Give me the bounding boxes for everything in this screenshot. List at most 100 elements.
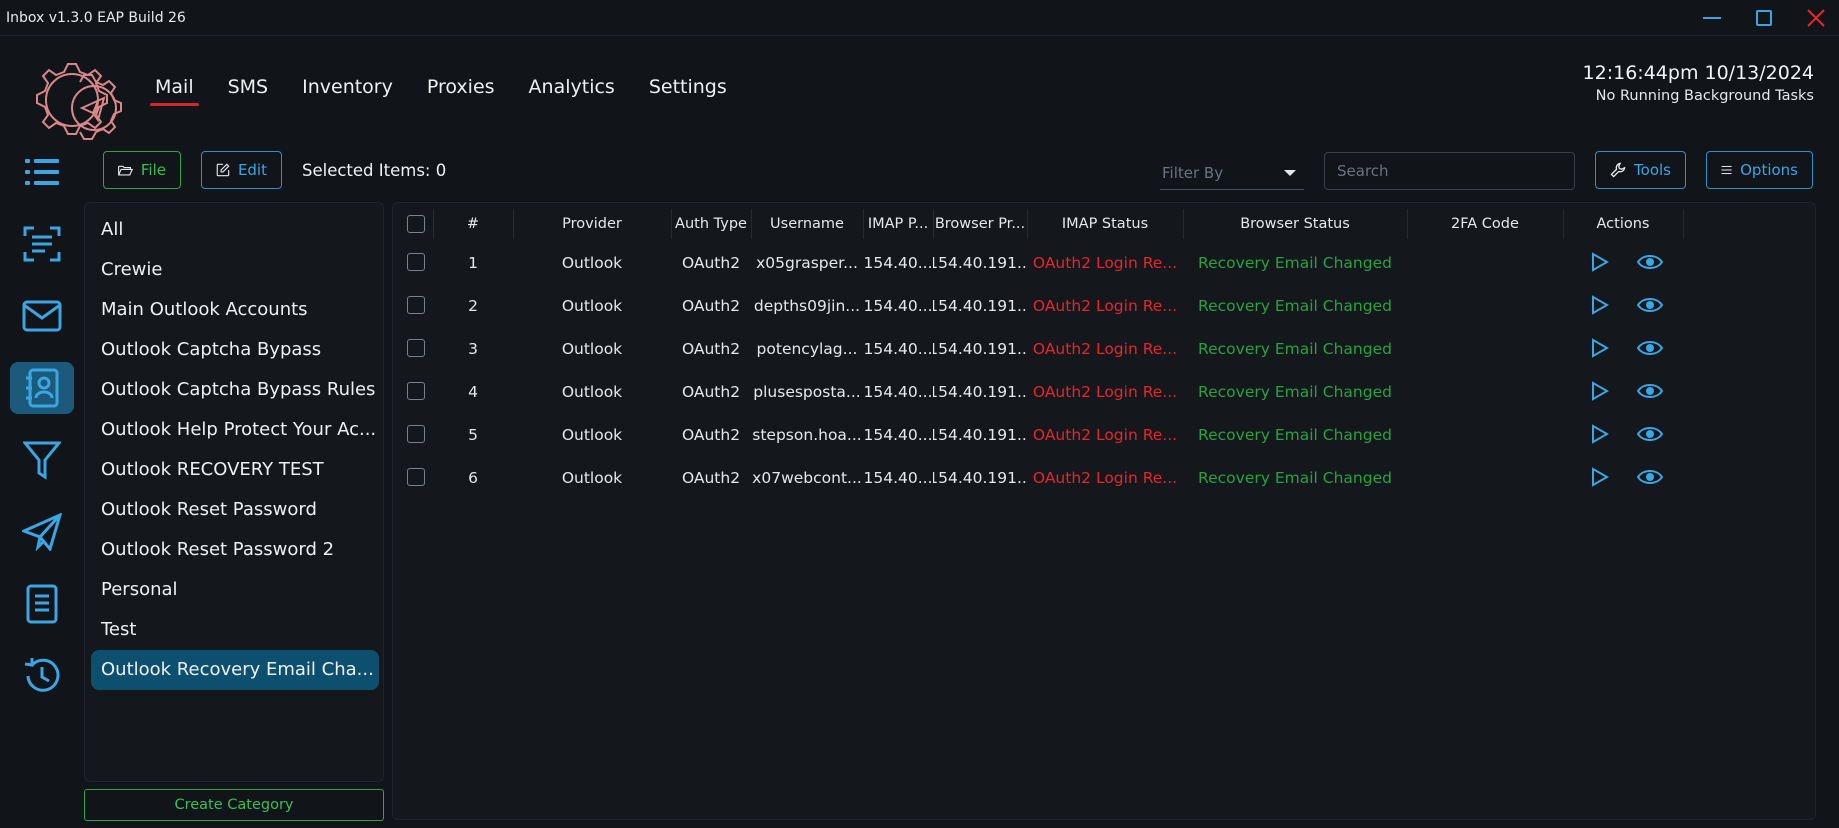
category-item[interactable]: Outlook Reset Password	[91, 490, 379, 530]
table-row[interactable]: 1 Outlook OAuth2 x05grasper... 154.40...…	[393, 241, 1683, 284]
table-row[interactable]: 3 Outlook OAuth2 potencylag... 154.40...…	[393, 327, 1683, 370]
category-item[interactable]: Outlook Reset Password 2	[91, 530, 379, 570]
rail-contacts[interactable]	[10, 362, 74, 414]
category-item[interactable]: Test	[91, 610, 379, 650]
row-checkbox[interactable]	[407, 296, 425, 314]
category-item[interactable]: Crewie	[91, 250, 379, 290]
cell-number: 1	[468, 253, 478, 272]
row-checkbox[interactable]	[407, 425, 425, 443]
folder-open-icon	[118, 165, 133, 176]
rail-send[interactable]	[10, 506, 74, 558]
column-header-imap-status[interactable]: IMAP Status	[1027, 203, 1183, 245]
cell-browser-proxy: 154.40.191...	[933, 468, 1027, 487]
nav-settings[interactable]: Settings	[644, 72, 732, 104]
nav-inventory[interactable]: Inventory	[297, 72, 398, 104]
view-button[interactable]	[1637, 292, 1663, 318]
view-button[interactable]	[1637, 464, 1663, 490]
play-icon	[1592, 295, 1609, 315]
cell-2fa-code	[1407, 370, 1563, 413]
book-icon	[26, 584, 58, 624]
rail-list[interactable]	[10, 146, 74, 198]
category-item[interactable]: Personal	[91, 570, 379, 610]
file-button[interactable]: File	[103, 151, 181, 189]
rail-history[interactable]	[10, 650, 74, 702]
table-row[interactable]: 4 Outlook OAuth2 plusesposta... 154.40..…	[393, 370, 1683, 413]
table-row[interactable]: 2 Outlook OAuth2 depths09jin... 154.40..…	[393, 284, 1683, 327]
row-checkbox[interactable]	[407, 253, 425, 271]
column-header-number[interactable]: #	[433, 203, 513, 245]
nav-sms[interactable]: SMS	[223, 72, 274, 104]
cell-number: 3	[468, 339, 478, 358]
select-all-checkbox[interactable]	[407, 215, 425, 233]
maximize-button[interactable]	[1746, 4, 1782, 32]
filter-by-select[interactable]: Filter By	[1160, 154, 1304, 190]
column-header-provider[interactable]: Provider	[513, 203, 671, 245]
title-bar: Inbox v1.3.0 EAP Build 26	[0, 0, 1839, 36]
rail-book[interactable]	[10, 578, 74, 630]
close-button[interactable]	[1798, 4, 1834, 32]
row-checkbox[interactable]	[407, 339, 425, 357]
category-item[interactable]: Outlook Captcha Bypass	[91, 330, 379, 370]
view-button[interactable]	[1637, 249, 1663, 275]
cell-browser-proxy: 154.40.191...	[933, 425, 1027, 444]
options-button[interactable]: Options	[1706, 151, 1813, 189]
category-item[interactable]: Main Outlook Accounts	[91, 290, 379, 330]
column-header-2fa-code[interactable]: 2FA Code	[1407, 203, 1563, 245]
play-icon	[1592, 252, 1609, 272]
cell-number: 4	[468, 382, 478, 401]
view-button[interactable]	[1637, 378, 1663, 404]
view-button[interactable]	[1637, 335, 1663, 361]
nav-mail[interactable]: Mail	[150, 72, 199, 106]
close-icon	[1807, 9, 1825, 27]
edit-icon	[216, 163, 230, 177]
list-icon	[25, 159, 59, 185]
run-button[interactable]	[1586, 464, 1612, 490]
run-button[interactable]	[1586, 421, 1612, 447]
cell-imap-status: OAuth2 Login Re...	[1032, 468, 1178, 487]
rail-mail[interactable]	[10, 290, 74, 342]
category-item[interactable]: Outlook Help Protect Your Ac...	[91, 410, 379, 450]
column-header-browser-proxy[interactable]: Browser Pr...	[933, 203, 1027, 245]
rail-filter[interactable]	[10, 434, 74, 486]
run-button[interactable]	[1586, 249, 1612, 275]
run-button[interactable]	[1586, 292, 1612, 318]
category-item-active[interactable]: Outlook Recovery Email Cha...	[91, 650, 379, 690]
row-checkbox[interactable]	[407, 382, 425, 400]
play-icon	[1592, 424, 1609, 444]
cell-2fa-code	[1407, 327, 1563, 370]
cell-provider: Outlook	[561, 382, 623, 401]
column-header-actions[interactable]: Actions	[1563, 203, 1683, 245]
search-input[interactable]	[1324, 152, 1575, 190]
rail-scan[interactable]	[10, 218, 74, 270]
cell-username: x07webcont...	[752, 468, 862, 487]
minimize-button[interactable]	[1694, 4, 1730, 32]
column-header-imap-proxy[interactable]: IMAP P...	[863, 203, 933, 245]
row-checkbox[interactable]	[407, 468, 425, 486]
column-header-auth-type[interactable]: Auth Type	[671, 203, 751, 245]
contacts-icon	[26, 368, 59, 408]
category-item[interactable]: All	[91, 210, 379, 250]
cell-auth-type: OAuth2	[681, 339, 741, 358]
clock-time: 12:16:44pm 10/13/2024	[1582, 62, 1814, 84]
category-item[interactable]: Outlook Captcha Bypass Rules	[91, 370, 379, 410]
cell-username: plusesposta...	[753, 382, 861, 401]
table-row[interactable]: 6 Outlook OAuth2 x07webcont... 154.40...…	[393, 456, 1683, 499]
category-panel: All Crewie Main Outlook Accounts Outlook…	[84, 202, 384, 782]
column-header-username[interactable]: Username	[751, 203, 863, 245]
create-category-button[interactable]: Create Category	[84, 789, 384, 821]
table-row[interactable]: 5 Outlook OAuth2 stepson.hoa... 154.40..…	[393, 413, 1683, 456]
cell-auth-type: OAuth2	[681, 425, 741, 444]
edit-button[interactable]: Edit	[201, 151, 282, 189]
view-button[interactable]	[1637, 421, 1663, 447]
run-button[interactable]	[1586, 378, 1612, 404]
column-header-browser-status[interactable]: Browser Status	[1183, 203, 1407, 245]
cell-number: 6	[468, 468, 478, 487]
nav-proxies[interactable]: Proxies	[422, 72, 500, 104]
eye-icon	[1637, 384, 1663, 398]
cell-provider: Outlook	[561, 253, 623, 272]
nav-analytics[interactable]: Analytics	[524, 72, 620, 104]
category-item[interactable]: Outlook RECOVERY TEST	[91, 450, 379, 490]
tools-button[interactable]: Tools	[1595, 151, 1686, 189]
run-button[interactable]	[1586, 335, 1612, 361]
send-icon	[22, 513, 62, 551]
